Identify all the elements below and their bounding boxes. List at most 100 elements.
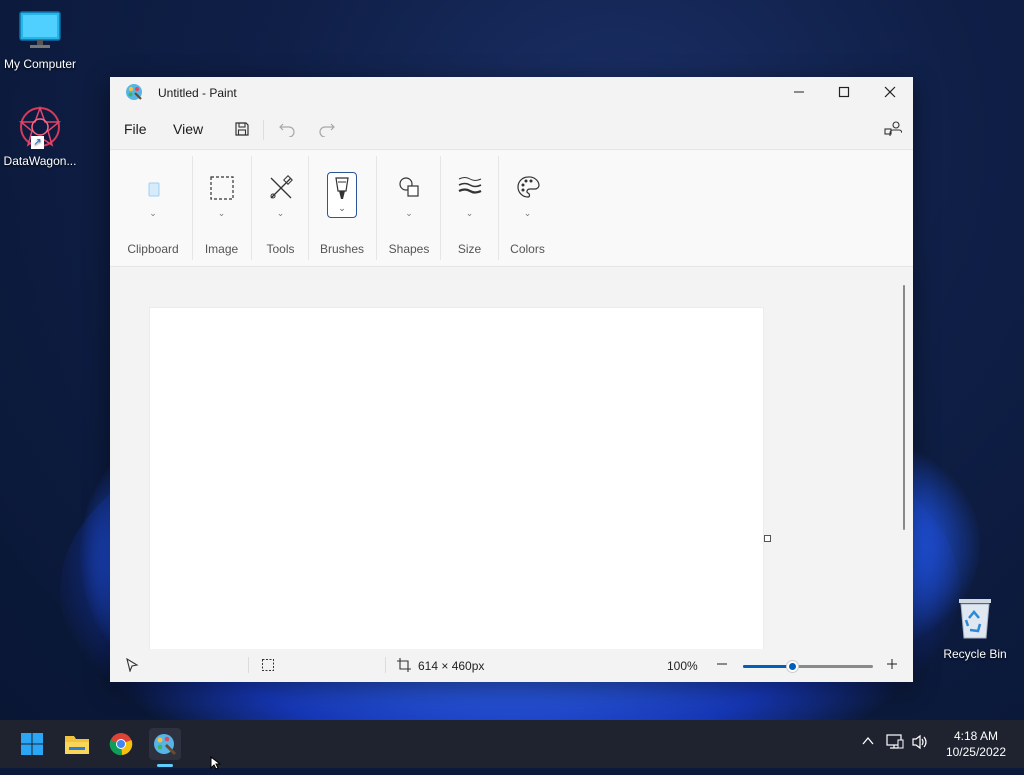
chevron-up-icon xyxy=(862,736,874,745)
ribbon-separator xyxy=(440,156,441,260)
taskbar-paint[interactable] xyxy=(149,728,181,760)
chevron-down-icon: ⌄ xyxy=(149,208,157,218)
ribbon-separator xyxy=(376,156,377,260)
cursor-position-icon xyxy=(125,657,139,675)
minimize-icon xyxy=(794,91,804,93)
drawing-canvas[interactable] xyxy=(150,308,763,649)
undo-icon xyxy=(279,123,295,137)
ribbon-separator xyxy=(498,156,499,260)
ribbon-group-label: Brushes xyxy=(319,242,365,256)
account-settings-button[interactable] xyxy=(881,117,905,141)
taskbar-file-explorer[interactable] xyxy=(61,728,93,760)
vertical-scrollbar[interactable] xyxy=(903,285,905,530)
paint-app-icon xyxy=(125,83,143,106)
close-button[interactable] xyxy=(867,77,913,107)
start-icon xyxy=(21,733,43,755)
network-button[interactable] xyxy=(886,734,904,753)
ribbon-group-label: Clipboard xyxy=(127,242,179,256)
chevron-down-icon: ⌄ xyxy=(465,208,474,218)
people-settings-icon xyxy=(884,121,902,136)
minus-icon xyxy=(717,663,727,665)
ribbon-separator xyxy=(308,156,309,260)
ribbon-group-size[interactable]: ⌄ Size xyxy=(442,150,497,266)
taskbar-chrome[interactable] xyxy=(105,728,137,760)
redo-button[interactable] xyxy=(315,117,339,141)
desktop-icon-my-computer[interactable]: My Computer xyxy=(0,10,80,71)
desktop-icon-recycle-bin[interactable]: Recycle Bin xyxy=(935,596,1015,661)
mouse-cursor-icon xyxy=(210,755,222,775)
ribbon-group-shapes[interactable]: ⌄ Shapes xyxy=(378,150,440,266)
desktop-icon-label: DataWagon... xyxy=(3,154,77,168)
ribbon-group-label: Tools xyxy=(266,242,295,256)
chevron-down-icon: ⌄ xyxy=(523,208,532,218)
brush-icon: ⌄ xyxy=(327,172,357,218)
plus-icon xyxy=(887,659,897,669)
ribbon-group-brushes[interactable]: ⌄ Brushes xyxy=(310,150,374,266)
canvas-size-text: 614 × 460px xyxy=(418,659,485,673)
active-app-indicator xyxy=(157,764,173,767)
window-title: Untitled - Paint xyxy=(158,86,237,100)
undo-button[interactable] xyxy=(275,117,299,141)
minimize-button[interactable] xyxy=(776,77,822,107)
maximize-icon xyxy=(838,86,850,98)
redo-icon xyxy=(319,123,335,137)
menu-file[interactable]: File xyxy=(124,121,147,137)
paint-window: Untitled - Paint File View ⌄ Clipboard ⌄… xyxy=(110,77,913,682)
chevron-down-icon: ⌄ xyxy=(405,208,413,218)
chrome-icon xyxy=(109,733,133,756)
zoom-slider[interactable] xyxy=(743,661,873,672)
menu-view[interactable]: View xyxy=(173,121,203,137)
zoom-slider-fill xyxy=(743,665,793,668)
zoom-slider-thumb[interactable] xyxy=(787,661,799,672)
title-bar[interactable]: Untitled - Paint xyxy=(110,77,913,109)
status-bar: 614 × 460px 100% xyxy=(110,649,913,682)
ribbon-separator xyxy=(192,156,193,260)
selection-size-icon xyxy=(261,658,275,675)
desktop-icon-label: Recycle Bin xyxy=(943,647,1007,661)
close-icon xyxy=(884,86,896,98)
zoom-out-button[interactable] xyxy=(716,658,728,672)
ribbon: ⌄ Clipboard ⌄ Image ⌄ Tools ⌄ Brushes ⌄ … xyxy=(110,149,913,267)
status-separator xyxy=(385,657,386,673)
maximize-button[interactable] xyxy=(821,77,867,107)
ribbon-group-label: Image xyxy=(204,242,239,256)
desktop-icon-label: My Computer xyxy=(3,57,77,71)
ribbon-group-clipboard[interactable]: ⌄ Clipboard xyxy=(118,150,188,266)
recycle-bin-icon xyxy=(935,596,1015,643)
tools-icon xyxy=(268,175,294,206)
status-separator xyxy=(248,657,249,673)
chevron-down-icon: ⌄ xyxy=(276,208,285,218)
datawagon-logo-icon: ↗ xyxy=(17,104,63,150)
ribbon-group-image[interactable]: ⌄ Image xyxy=(194,150,249,266)
desktop-icon-datawagon[interactable]: ↗ DataWagon... xyxy=(0,104,80,168)
save-button[interactable] xyxy=(230,117,254,141)
ribbon-group-tools[interactable]: ⌄ Tools xyxy=(253,150,308,266)
shortcut-arrow-icon: ↗ xyxy=(31,136,44,149)
start-button[interactable] xyxy=(16,728,48,760)
monitor-icon xyxy=(0,10,80,53)
taskbar-clock[interactable]: 4:18 AM 10/25/2022 xyxy=(946,728,1006,760)
show-hidden-icons-button[interactable] xyxy=(861,734,875,751)
shapes-icon xyxy=(397,175,421,204)
canvas-resize-handle[interactable] xyxy=(764,535,771,542)
canvas-size-icon xyxy=(397,658,411,675)
save-icon xyxy=(235,122,249,136)
zoom-level-text: 100% xyxy=(667,659,698,673)
ribbon-group-label: Colors xyxy=(510,242,545,256)
palette-icon xyxy=(515,175,541,204)
select-icon xyxy=(209,175,235,206)
ribbon-separator xyxy=(251,156,252,260)
zoom-in-button[interactable] xyxy=(886,658,898,673)
chevron-down-icon: ⌄ xyxy=(217,208,226,218)
ribbon-group-colors[interactable]: ⌄ Colors xyxy=(500,150,555,266)
speaker-icon xyxy=(912,734,927,750)
clipboard-icon xyxy=(143,175,163,202)
network-icon xyxy=(886,734,904,749)
volume-button[interactable] xyxy=(911,734,929,753)
clock-date: 10/25/2022 xyxy=(945,745,1006,759)
canvas-workspace xyxy=(110,267,913,649)
paint-icon xyxy=(154,734,177,756)
ribbon-group-label: Size xyxy=(457,242,482,256)
size-icon xyxy=(457,175,483,202)
toolbar-separator xyxy=(263,120,264,140)
